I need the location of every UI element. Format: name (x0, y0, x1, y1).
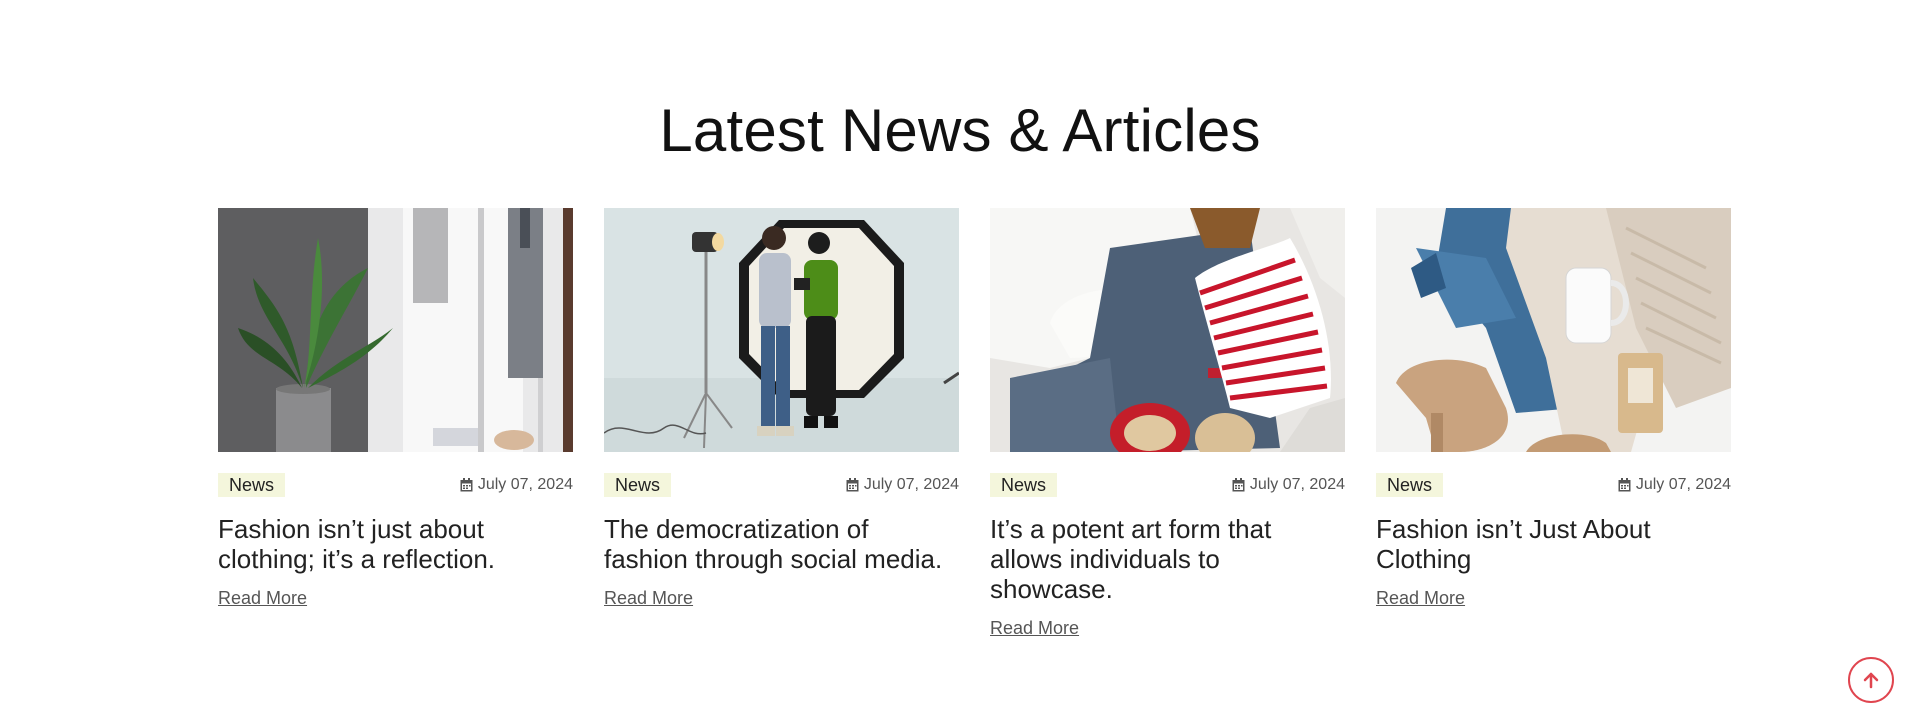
read-more-link[interactable]: Read More (1376, 588, 1465, 609)
article-image-1[interactable] (218, 208, 573, 452)
post-date: July 07, 2024 (846, 473, 959, 497)
post-date: July 07, 2024 (460, 473, 573, 497)
category-tag[interactable]: News (218, 473, 286, 497)
article-title[interactable]: Fashion isn’t just about clothing; it’s … (218, 514, 573, 574)
category-tag[interactable]: News (990, 473, 1058, 497)
article-image-2[interactable] (604, 208, 959, 452)
interior-plant-curtain-photo (218, 208, 573, 452)
calendar-icon (1232, 478, 1245, 492)
clothes-flatlay-jeans-photo (990, 208, 1345, 452)
article-card-4: News July 07, 2024 Fashion isn’t Just Ab… (1376, 208, 1731, 609)
article-image-3[interactable] (990, 208, 1345, 452)
article-card-1: News July 07, 2024 Fashion isn’t just ab… (218, 208, 573, 609)
article-title[interactable]: It’s a potent art form that allows indiv… (990, 514, 1345, 604)
calendar-icon (460, 478, 473, 492)
article-card-2: News July 07, 2024 The democratization o… (604, 208, 959, 609)
article-image-4[interactable] (1376, 208, 1731, 452)
date-text: July 07, 2024 (477, 476, 573, 493)
category-tag[interactable]: News (1376, 473, 1444, 497)
date-text: July 07, 2024 (1635, 476, 1731, 493)
date-text: July 07, 2024 (863, 476, 959, 493)
article-title[interactable]: Fashion isn’t Just About Clothing (1376, 514, 1731, 574)
date-text: July 07, 2024 (1249, 476, 1345, 493)
read-more-link[interactable]: Read More (990, 618, 1079, 639)
arrow-up-icon (1863, 672, 1879, 689)
calendar-icon (1618, 478, 1631, 492)
read-more-link[interactable]: Read More (604, 588, 693, 609)
scroll-to-top-button[interactable] (1848, 657, 1894, 703)
photo-studio-couple-photo (604, 208, 959, 452)
post-date: July 07, 2024 (1618, 473, 1731, 497)
read-more-link[interactable]: Read More (218, 588, 307, 609)
category-tag[interactable]: News (604, 473, 672, 497)
article-card-3: News July 07, 2024 It’s a potent art for… (990, 208, 1345, 639)
article-title[interactable]: The democratization of fashion through s… (604, 514, 959, 574)
sweater-boots-flatlay-photo (1376, 208, 1731, 452)
section-title: Latest News & Articles (659, 97, 1261, 164)
news-section: Latest News & Articles News July 07, 202… (0, 0, 1920, 704)
post-date: July 07, 2024 (1232, 473, 1345, 497)
calendar-icon (846, 478, 859, 492)
